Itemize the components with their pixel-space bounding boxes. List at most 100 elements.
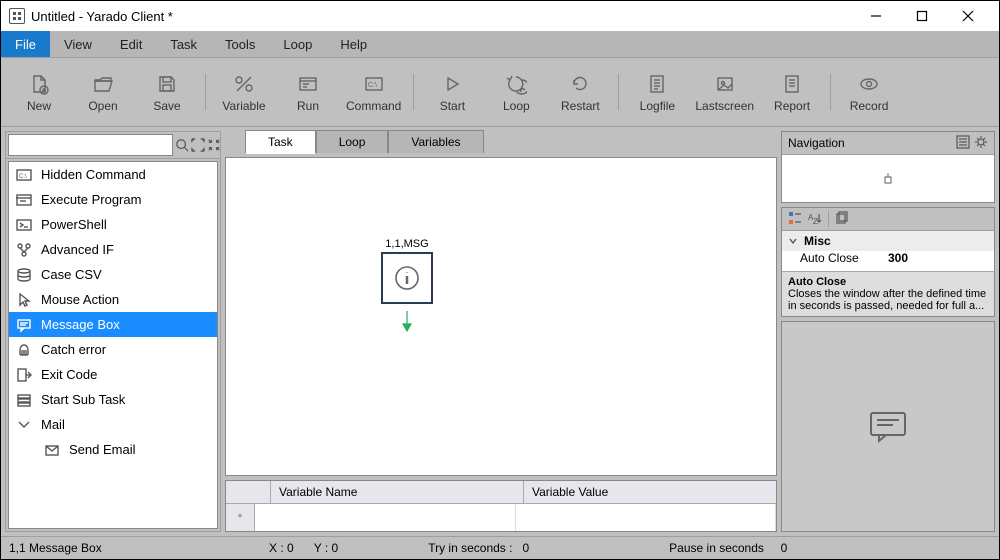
ps-icon xyxy=(15,217,33,233)
report-button[interactable]: Report xyxy=(760,72,824,113)
mouse-icon xyxy=(15,292,33,308)
step-tree: C:\Hidden CommandExecute ProgramPowerShe… xyxy=(8,161,218,529)
var-cell-name[interactable] xyxy=(255,504,516,531)
canvas-node[interactable]: 1,1,MSG xyxy=(381,238,433,335)
record-icon xyxy=(858,72,880,96)
loop-button[interactable]: Loop xyxy=(484,72,548,113)
variable-grid[interactable]: Variable Name Variable Value * xyxy=(225,480,777,532)
open-button[interactable]: Open xyxy=(71,72,135,113)
properties-panel: AZ Misc Auto Close 300 Auto Close xyxy=(781,207,995,317)
tree-item-exit-code[interactable]: Exit Code xyxy=(9,362,217,387)
catch-icon xyxy=(15,342,33,358)
cmd-icon: C:\ xyxy=(15,167,33,183)
message-icon xyxy=(868,410,908,444)
tree-item-execute-program[interactable]: Execute Program xyxy=(9,187,217,212)
tree-item-hidden-command[interactable]: C:\Hidden Command xyxy=(9,162,217,187)
menu-loop[interactable]: Loop xyxy=(269,31,326,57)
tree-item-send-email[interactable]: Send Email xyxy=(9,437,217,462)
app-icon xyxy=(9,8,25,24)
canvas-tab-task[interactable]: Task xyxy=(245,130,316,154)
menu-task[interactable]: Task xyxy=(156,31,211,57)
tree-item-case-csv[interactable]: Case CSV xyxy=(9,262,217,287)
exit-icon xyxy=(15,367,33,383)
run-button[interactable]: Run xyxy=(276,72,340,113)
tree-item-advanced-if[interactable]: Advanced IF xyxy=(9,237,217,262)
prop-value[interactable]: 300 xyxy=(888,251,994,271)
record-button[interactable]: Record xyxy=(837,72,901,113)
navigation-minimap[interactable] xyxy=(782,155,994,202)
prop-alpha-icon[interactable]: AZ xyxy=(808,211,822,228)
menu-edit[interactable]: Edit xyxy=(106,31,156,57)
lastscreen-button[interactable]: Lastscreen xyxy=(689,72,760,113)
var-row-header[interactable]: * xyxy=(226,504,255,531)
svg-text:C:\: C:\ xyxy=(19,174,27,180)
tree-item-catch-error[interactable]: Catch error xyxy=(9,337,217,362)
menu-file[interactable]: File xyxy=(1,31,50,57)
svg-text:C:\: C:\ xyxy=(368,82,377,89)
restart-icon xyxy=(569,72,591,96)
lastscreen-icon xyxy=(714,72,736,96)
titlebar: Untitled - Yarado Client * xyxy=(1,1,999,31)
send-icon xyxy=(43,442,61,458)
tree-item-mail[interactable]: Mail xyxy=(9,412,217,437)
new-icon xyxy=(28,72,50,96)
prop-categorized-icon[interactable] xyxy=(788,211,802,228)
canvas-tab-loop[interactable]: Loop xyxy=(316,130,389,153)
prop-row-autoclose[interactable]: Auto Close 300 xyxy=(782,251,994,271)
prop-pages-icon[interactable] xyxy=(835,211,849,228)
var-cell-value[interactable] xyxy=(516,504,777,531)
loop-icon xyxy=(505,72,527,96)
preview-panel xyxy=(781,321,995,532)
window-title: Untitled - Yarado Client * xyxy=(31,9,173,24)
statusbar: 1,1 Message Box X : 0 Y : 0 Try in secon… xyxy=(1,536,999,559)
logfile-button[interactable]: Logfile xyxy=(625,72,689,113)
navigation-title: Navigation xyxy=(788,136,845,150)
var-header-value[interactable]: Variable Value xyxy=(524,481,776,503)
run-icon xyxy=(297,72,319,96)
minimize-button[interactable] xyxy=(853,1,899,31)
open-icon xyxy=(92,72,114,96)
prop-description: Auto Close Closes the window after the d… xyxy=(782,272,994,316)
save-icon xyxy=(156,72,178,96)
msg-icon xyxy=(15,317,33,333)
nav-list-icon[interactable] xyxy=(956,135,970,152)
start-button[interactable]: Start xyxy=(420,72,484,113)
new-button[interactable]: New xyxy=(7,72,71,113)
expand-icon[interactable] xyxy=(191,136,205,154)
canvas-tab-variables[interactable]: Variables xyxy=(388,130,483,153)
search-input[interactable] xyxy=(8,134,173,156)
app-window: Untitled - Yarado Client * FileViewEditT… xyxy=(0,0,1000,560)
maximize-button[interactable] xyxy=(899,1,945,31)
menu-tools[interactable]: Tools xyxy=(211,31,269,57)
flow-arrow-icon xyxy=(400,310,414,335)
canvas-tabs: TaskLoopVariables xyxy=(225,131,777,153)
if-icon xyxy=(15,242,33,258)
sub-icon xyxy=(15,392,33,408)
node-label: 1,1,MSG xyxy=(385,238,428,250)
search-icon[interactable] xyxy=(175,136,189,154)
canvas[interactable]: 1,1,MSG xyxy=(225,157,777,476)
var-header-name[interactable]: Variable Name xyxy=(271,481,524,503)
menu-help[interactable]: Help xyxy=(326,31,381,57)
tree-item-mouse-action[interactable]: Mouse Action xyxy=(9,287,217,312)
node-box[interactable] xyxy=(381,252,433,304)
menu-view[interactable]: View xyxy=(50,31,106,57)
prop-category[interactable]: Misc xyxy=(782,231,994,251)
restart-button[interactable]: Restart xyxy=(548,72,612,113)
logfile-icon xyxy=(646,72,668,96)
prop-name: Auto Close xyxy=(782,251,888,271)
save-button[interactable]: Save xyxy=(135,72,199,113)
tree-item-powershell[interactable]: PowerShell xyxy=(9,212,217,237)
command-button[interactable]: C:\Command xyxy=(340,72,407,113)
navigation-panel: Navigation xyxy=(781,131,995,203)
close-button[interactable] xyxy=(945,1,991,31)
collapse-icon[interactable] xyxy=(207,136,221,154)
report-icon xyxy=(781,72,803,96)
menubar: FileViewEditTaskToolsLoopHelp xyxy=(1,31,999,58)
tree-item-start-sub-task[interactable]: Start Sub Task xyxy=(9,387,217,412)
tree-item-message-box[interactable]: Message Box xyxy=(9,312,217,337)
nav-gear-icon[interactable] xyxy=(974,135,988,152)
variable-button[interactable]: Variable xyxy=(212,72,276,113)
variable-icon xyxy=(233,72,255,96)
chevron-down-icon xyxy=(788,236,798,246)
